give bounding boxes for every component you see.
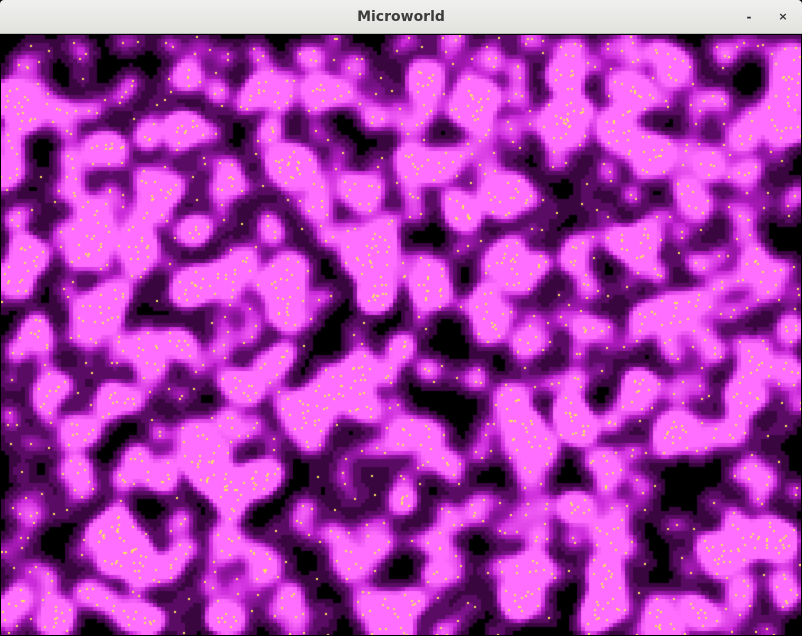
close-button[interactable]: × [771,5,795,29]
particle-field-canvas [1,35,801,635]
minimize-button[interactable]: - [737,5,761,29]
window-title: Microworld [357,9,445,25]
simulation-viewport[interactable] [1,35,801,635]
app-window: Microworld - × [0,0,802,636]
title-bar[interactable]: Microworld - × [0,0,802,34]
